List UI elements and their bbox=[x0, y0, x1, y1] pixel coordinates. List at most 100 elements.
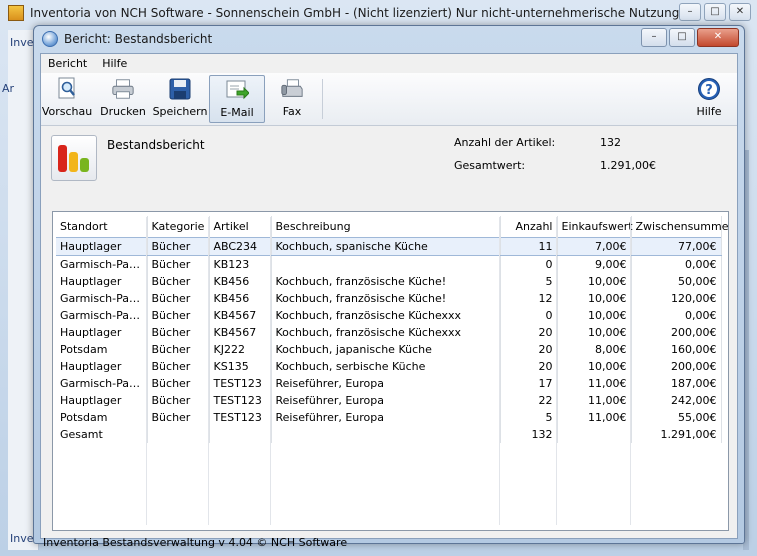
print-button[interactable]: Drucken bbox=[99, 75, 147, 121]
status-bar: Inventoria Bestandsverwaltung v 4.04 © N… bbox=[41, 534, 737, 552]
column-header-artikel[interactable]: Artikel bbox=[209, 216, 272, 238]
table-cell-anzahl: 132 bbox=[500, 426, 558, 443]
table-cell-anzahl: 20 bbox=[500, 324, 558, 341]
column-header-beschreibung[interactable]: Beschreibung bbox=[271, 216, 501, 238]
main-close-button[interactable]: ✕ bbox=[729, 3, 751, 21]
table-cell-einkaufswert: 11,00€ bbox=[557, 375, 632, 392]
table-row[interactable]: Hauptlager Bücher TEST123 Reiseführer, Euro… bbox=[56, 392, 722, 409]
table-cell-zwischensumme: 200,00€ bbox=[631, 324, 722, 341]
table-row[interactable]: Garmisch-Parte... Bücher KB456 Kochbuch, fr… bbox=[56, 290, 722, 307]
main-status-fragment: Inve bbox=[10, 532, 34, 545]
table-cell-beschreibung: Kochbuch, französische Küchexxx bbox=[271, 307, 501, 324]
main-title-bar: Inventoria von NCH Software - Sonnensche… bbox=[0, 0, 757, 26]
email-button[interactable]: E-Mail bbox=[209, 75, 265, 123]
table-cell-zwischensumme: 187,00€ bbox=[631, 375, 722, 392]
table-cell-standort: Hauptlager bbox=[56, 237, 148, 256]
table-cell-kategorie: Bücher bbox=[147, 307, 210, 324]
table-cell-standort: Gesamt bbox=[56, 426, 148, 443]
table-cell-standort: Potsdam bbox=[56, 409, 148, 426]
save-button[interactable]: Speichern bbox=[152, 75, 208, 121]
item-count-label: Anzahl der Artikel: bbox=[454, 136, 556, 149]
table-cell-kategorie: Bücher bbox=[147, 392, 210, 409]
table-cell-artikel: KB4567 bbox=[209, 307, 272, 324]
column-header-einkaufswert[interactable]: Einkaufswert bbox=[557, 216, 633, 238]
table-cell-zwischensumme: 160,00€ bbox=[631, 341, 722, 358]
table-row[interactable]: Potsdam Bücher KJ222 Kochbuch, japanische K… bbox=[56, 341, 722, 358]
status-text: Inventoria Bestandsverwaltung v 4.04 © N… bbox=[43, 536, 348, 549]
table-cell-kategorie bbox=[147, 426, 210, 443]
column-header-kategorie[interactable]: Kategorie bbox=[147, 216, 210, 238]
table-cell-anzahl: 12 bbox=[500, 290, 558, 307]
table-cell-anzahl: 22 bbox=[500, 392, 558, 409]
report-title: Bestandsbericht bbox=[107, 138, 205, 152]
column-header-standort[interactable]: Standort bbox=[56, 216, 148, 238]
table-cell-anzahl: 5 bbox=[500, 273, 558, 290]
report-summary: Bestandsbericht Anzahl der Artikel: 132 … bbox=[41, 126, 737, 211]
table-cell-kategorie: Bücher bbox=[147, 273, 210, 290]
table-cell-zwischensumme: 0,00€ bbox=[631, 255, 722, 273]
table-cell-anzahl: 17 bbox=[500, 375, 558, 392]
table-cell-standort: Hauptlager bbox=[56, 324, 148, 341]
table-row[interactable]: Garmisch-Parte... Bücher KB123 0 9,00€ 0,00€ bbox=[56, 255, 722, 273]
table-cell-zwischensumme: 242,00€ bbox=[631, 392, 722, 409]
table-cell-beschreibung: Kochbuch, japanische Küche bbox=[271, 341, 501, 358]
fax-button[interactable]: Fax bbox=[271, 75, 313, 121]
menu-hilfe[interactable]: Hilfe bbox=[95, 57, 135, 70]
table-cell-beschreibung: Reiseführer, Europa bbox=[271, 375, 501, 392]
dialog-maximize-button[interactable]: □ bbox=[669, 28, 695, 47]
report-table-container[interactable]: Standort Kategorie Artikel Beschreibung … bbox=[52, 211, 729, 531]
table-cell-standort: Hauptlager bbox=[56, 392, 148, 409]
menu-bar: Bericht Hilfe bbox=[41, 54, 737, 73]
main-minimize-button[interactable]: – bbox=[679, 3, 701, 21]
dialog-body: Bericht Hilfe Vorschau Drucken Speichern… bbox=[40, 53, 738, 549]
table-cell-anzahl: 0 bbox=[500, 255, 558, 273]
dialog-title: Bericht: Bestandsbericht bbox=[64, 32, 213, 46]
table-cell-einkaufswert: 11,00€ bbox=[557, 409, 632, 426]
table-cell-kategorie: Bücher bbox=[147, 324, 210, 341]
main-maximize-button[interactable]: □ bbox=[704, 3, 726, 21]
table-cell-beschreibung: Kochbuch, französische Küche! bbox=[271, 273, 501, 290]
table-row[interactable]: Hauptlager Bücher KB4567 Kochbuch, französi… bbox=[56, 324, 722, 341]
table-cell-standort: Garmisch-Parte... bbox=[56, 307, 148, 324]
print-label: Drucken bbox=[100, 105, 146, 118]
table-cell-artikel: TEST123 bbox=[209, 392, 272, 409]
table-header-row: Standort Kategorie Artikel Beschreibung … bbox=[56, 216, 728, 238]
table-row[interactable]: Potsdam Bücher TEST123 Reiseführer, Europa 5… bbox=[56, 409, 722, 426]
table-cell-artikel bbox=[209, 426, 272, 443]
table-cell-einkaufswert: 10,00€ bbox=[557, 290, 632, 307]
table-total-row[interactable]: Gesamt 132 1.291,00€ bbox=[56, 426, 722, 443]
main-window-controls: – □ ✕ bbox=[679, 3, 751, 21]
table-cell-anzahl: 11 bbox=[500, 237, 558, 256]
help-button[interactable]: ? Hilfe bbox=[689, 75, 729, 121]
table-cell-zwischensumme: 77,00€ bbox=[631, 237, 722, 256]
table-row[interactable]: Garmisch-Parte... Bücher KB4567 Kochbuch, f… bbox=[56, 307, 722, 324]
help-label: Hilfe bbox=[696, 105, 722, 118]
dialog-window-controls: – □ ✕ bbox=[641, 28, 739, 47]
menu-bericht[interactable]: Bericht bbox=[41, 57, 95, 70]
help-icon: ? bbox=[697, 77, 721, 101]
table-cell-standort: Garmisch-Parte... bbox=[56, 290, 148, 307]
preview-button[interactable]: Vorschau bbox=[42, 75, 92, 121]
table-cell-kategorie: Bücher bbox=[147, 358, 210, 375]
table-row[interactable]: Garmisch-Parte... Bücher TEST123 Reiseführe… bbox=[56, 375, 722, 392]
svg-text:?: ? bbox=[705, 83, 713, 98]
table-row[interactable]: Hauptlager Bücher KB456 Kochbuch, französis… bbox=[56, 273, 722, 290]
table-cell-kategorie: Bücher bbox=[147, 409, 210, 426]
table-cell-artikel: KB4567 bbox=[209, 324, 272, 341]
table-cell-zwischensumme: 120,00€ bbox=[631, 290, 722, 307]
save-label: Speichern bbox=[152, 105, 208, 118]
table-cell-zwischensumme: 1.291,00€ bbox=[631, 426, 722, 443]
email-label: E-Mail bbox=[220, 106, 254, 119]
table-cell-kategorie: Bücher bbox=[147, 237, 210, 256]
dialog-close-button[interactable]: ✕ bbox=[697, 28, 739, 47]
table-cell-zwischensumme: 200,00€ bbox=[631, 358, 722, 375]
table-cell-beschreibung bbox=[271, 426, 501, 443]
table-row[interactable]: Hauptlager Bücher KS135 Kochbuch, serbische… bbox=[56, 358, 722, 375]
column-header-zwischensumme[interactable]: Zwischensumme bbox=[631, 216, 728, 238]
table-cell-kategorie: Bücher bbox=[147, 255, 210, 273]
dialog-minimize-button[interactable]: – bbox=[641, 28, 667, 47]
column-header-anzahl[interactable]: Anzahl bbox=[500, 216, 558, 238]
table-cell-kategorie: Bücher bbox=[147, 290, 210, 307]
table-cell-zwischensumme: 0,00€ bbox=[631, 307, 722, 324]
table-row[interactable]: Hauptlager Bücher ABC234 Kochbuch, spanisch… bbox=[56, 237, 722, 256]
